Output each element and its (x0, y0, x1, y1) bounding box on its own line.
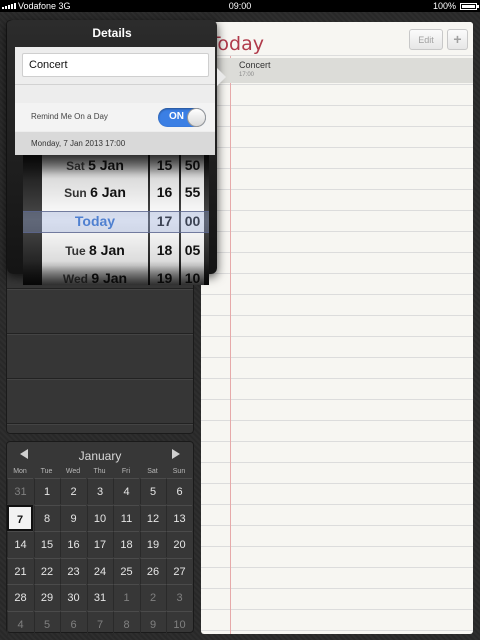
calendar-day[interactable]: 5 (33, 610, 60, 637)
calendar-day[interactable]: 3 (86, 478, 113, 504)
battery-level: 100% (432, 1, 456, 11)
calendar-month: January (78, 449, 122, 463)
weekday-label: Tue (40, 468, 53, 475)
popover-title: Details (92, 26, 132, 40)
calendar-day[interactable]: 3 (166, 584, 192, 610)
calendar-month-row: January (6, 445, 194, 465)
notepad-margin-line (230, 22, 231, 634)
calendar-day[interactable]: 4 (113, 478, 139, 504)
toggle-on-label: ON (169, 111, 184, 122)
weekday-label: Fri (121, 468, 131, 475)
remind-date-row[interactable]: Monday, 7 Jan 2013 17:00 (15, 132, 215, 155)
calendar-day[interactable]: 22 (33, 557, 60, 584)
separator (15, 84, 215, 85)
reminder-name-field[interactable]: Concert (22, 53, 209, 77)
calendar-day[interactable]: 20 (166, 531, 192, 557)
picker-selection-bar (23, 211, 209, 233)
calendar-day[interactable]: 24 (86, 557, 113, 584)
calendar-day[interactable]: 7 (7, 504, 33, 531)
notepad-header: Today Edit + (201, 22, 473, 56)
calendar-day[interactable]: 30 (60, 584, 86, 610)
next-month-button[interactable] (172, 449, 180, 459)
weekday-label: Thu (93, 468, 106, 475)
calendar-day[interactable]: 1 (113, 584, 139, 610)
weekday-label: Sat (147, 468, 158, 475)
calendar-day[interactable]: 10 (166, 610, 192, 637)
weekday-label: Mon (13, 468, 27, 475)
calendar-day[interactable]: 31 (7, 478, 33, 504)
picker-day-name: Tue (65, 244, 89, 258)
calendar-day[interactable]: 8 (113, 610, 139, 637)
calendar-day[interactable]: 9 (139, 610, 166, 637)
picker-day-value: 6 Jan (90, 184, 126, 200)
calendar-day[interactable]: 21 (7, 557, 33, 584)
picker-day-option[interactable]: Sun 6 Jan (42, 184, 148, 202)
calendar-day[interactable]: 23 (60, 557, 86, 584)
add-reminder-icon[interactable]: + (447, 29, 468, 50)
calendar-day[interactable]: 14 (7, 531, 33, 557)
calendar-day[interactable]: 8 (33, 504, 60, 531)
picker-day-option[interactable]: Tue 8 Jan (42, 242, 148, 260)
calendar-day[interactable]: 18 (113, 531, 139, 557)
status-time: 09:00 (228, 1, 252, 11)
status-bar: Vodafone 3G 09:00 100% (0, 0, 480, 12)
remind-day-toggle[interactable]: ON (158, 108, 206, 127)
picker-hour-option[interactable]: 18 (150, 242, 179, 258)
calendar-day[interactable]: 7 (86, 610, 113, 637)
calendar-day[interactable]: 17 (86, 531, 113, 557)
edit-button[interactable]: Edit (409, 29, 443, 50)
calendar-day[interactable]: 27 (166, 557, 192, 584)
mini-calendar: January Mon Tue Wed Thu Fri Sat Sun 31 1 2 3 4 5 6 7 8… (6, 441, 194, 637)
calendar-day[interactable]: 26 (139, 557, 166, 584)
picker-day-name: Sun (64, 186, 91, 200)
details-popover: Details Concert Remind Me On a Day ON Mo… (7, 20, 226, 285)
date-time-picker: Sat 5 JanSun 6 JanTodayTue 8 JanWed 9 Ja… (23, 155, 209, 285)
notepad-title: Today (209, 33, 264, 55)
battery-icon (460, 3, 479, 10)
weekday-label: Sun (172, 468, 186, 475)
toggle-knob (187, 108, 206, 127)
calendar-day[interactable]: 4 (7, 610, 33, 637)
picker-shade-top (23, 155, 209, 179)
reminder-time: 17:00 (239, 72, 255, 78)
picker-minute-option[interactable]: 05 (181, 242, 204, 258)
calendar-day[interactable]: 10 (86, 504, 113, 531)
remind-day-row: Remind Me On a Day ON (15, 103, 215, 131)
calendar-day[interactable]: 6 (166, 478, 192, 504)
calendar-day[interactable]: 13 (166, 504, 192, 531)
calendar-day[interactable]: 12 (139, 504, 166, 531)
reminder-notepad: Today Edit + Concert 17:00 (201, 22, 473, 634)
reminder-row[interactable]: Concert 17:00 (201, 58, 473, 83)
calendar-day[interactable]: 11 (113, 504, 139, 531)
picker-shade-bottom (23, 261, 209, 285)
calendar-day[interactable]: 5 (139, 478, 166, 504)
calendar-day[interactable]: 6 (60, 610, 86, 637)
calendar-day[interactable]: 9 (60, 504, 86, 531)
calendar-day[interactable]: 2 (139, 584, 166, 610)
calendar-day[interactable]: 2 (60, 478, 86, 504)
picker-day-value: 8 Jan (88, 242, 125, 258)
calendar-day[interactable]: 31 (86, 584, 113, 610)
calendar-day[interactable]: 19 (139, 531, 166, 557)
calendar-day[interactable]: 25 (113, 557, 139, 584)
calendar-day[interactable]: 1 (33, 478, 60, 504)
weekday-label: Wed (65, 468, 81, 475)
remind-day-label: Remind Me On a Day (31, 112, 108, 121)
popover-content: Concert Remind Me On a Day ON Monday, 7 … (15, 47, 215, 155)
calendar-day[interactable]: 15 (33, 531, 60, 557)
picker-hour-option[interactable]: 16 (150, 184, 179, 200)
reminder-name: Concert (239, 60, 271, 70)
calendar-day[interactable]: 28 (7, 584, 33, 610)
remind-date-text: Monday, 7 Jan 2013 17:00 (31, 139, 126, 148)
picker-minute-option[interactable]: 55 (181, 184, 204, 200)
calendar-day[interactable]: 29 (33, 584, 60, 610)
popover-arrow (217, 68, 226, 86)
calendar-day[interactable]: 16 (60, 531, 86, 557)
